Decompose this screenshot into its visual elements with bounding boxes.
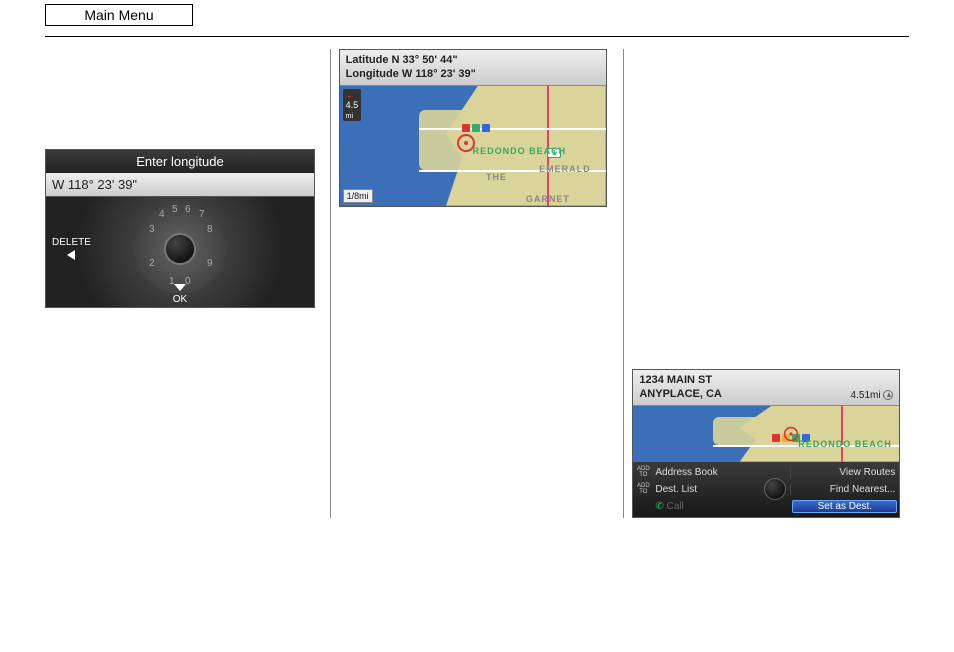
map-road-h1 xyxy=(419,128,605,130)
dial-4: 4 xyxy=(159,209,165,220)
address-line1: 1234 MAIN ST xyxy=(639,373,893,387)
place-label: REDONDO BEACH xyxy=(798,439,892,449)
ok-button[interactable]: OK xyxy=(46,283,314,305)
dial-area: DELETE 5 6 4 7 3 8 2 9 1 0 xyxy=(46,197,314,307)
dest-list-button[interactable]: Dest. List xyxy=(651,484,760,495)
map-road xyxy=(841,406,843,462)
set-as-dest-button[interactable]: Set as Dest. xyxy=(792,500,897,513)
compass-icon xyxy=(883,390,893,400)
distance-value: 4.5 xyxy=(346,100,359,110)
address-display: 1234 MAIN ST ANYPLACE, CA 4.51mi xyxy=(633,370,899,406)
road-label: GARNET xyxy=(526,194,570,204)
place-label: REDONDO BEACH xyxy=(473,146,567,156)
road-label: EMERALD xyxy=(539,164,591,174)
road-label: THE xyxy=(486,172,507,182)
poi-icon xyxy=(772,434,780,442)
view-routes-button[interactable]: View Routes xyxy=(790,467,899,478)
number-dial[interactable]: 5 6 4 7 3 8 2 9 1 0 xyxy=(135,204,225,294)
find-nearest-button[interactable]: Find Nearest... xyxy=(790,484,899,495)
dial-7: 7 xyxy=(199,209,205,220)
longitude-text: Longitude W 118° 23' 39" xyxy=(346,67,600,81)
distance-display: 4.51mi xyxy=(851,389,894,402)
distance-unit: mi xyxy=(346,113,353,120)
address-book-button[interactable]: Address Book xyxy=(651,467,760,478)
dial-8: 8 xyxy=(207,224,213,235)
map-scale-button[interactable]: 1/8mi xyxy=(343,189,373,203)
map-view[interactable]: 1 ← 4.5 mi 1/8mi REDONDO BEACH THE EMERA… xyxy=(340,86,606,206)
enter-longitude-screen: Enter longitude W 118° 23' 39" DELETE 5 … xyxy=(45,149,315,308)
dial-9: 9 xyxy=(207,258,213,269)
coordinate-map-screen: Latitude N 33° 50' 44" Longitude W 118° … xyxy=(339,49,607,207)
distance-badge: ← 4.5 mi xyxy=(343,89,362,121)
triangle-down-icon xyxy=(174,284,186,291)
add-to-label: ADD TO xyxy=(633,466,651,478)
coordinate-display: Latitude N 33° 50' 44" Longitude W 118° … xyxy=(340,50,606,86)
call-button: ✆ Call xyxy=(651,501,760,512)
add-to-label: ADD TO xyxy=(633,483,651,495)
dial-3: 3 xyxy=(149,224,155,235)
screen-title: Enter longitude xyxy=(46,150,314,173)
dial-2: 2 xyxy=(149,258,155,269)
longitude-value: W 118° 23' 39" xyxy=(46,173,314,197)
triangle-left-icon xyxy=(67,250,75,260)
latitude-text: Latitude N 33° 50' 44" xyxy=(346,53,600,67)
main-menu-button[interactable]: Main Menu xyxy=(45,4,193,26)
dial-6: 6 xyxy=(185,204,191,215)
delete-label: DELETE xyxy=(52,237,91,248)
poi-icons xyxy=(462,124,490,132)
poi-icon xyxy=(462,124,470,132)
delete-button[interactable]: DELETE xyxy=(52,237,91,263)
direction-arrow-icon: ← xyxy=(346,90,355,100)
poi-icon xyxy=(482,124,490,132)
rotary-knob[interactable] xyxy=(164,233,196,265)
ok-label: OK xyxy=(173,294,187,305)
dial-5: 5 xyxy=(172,204,178,215)
poi-icon xyxy=(472,124,480,132)
distance-text: 4.51mi xyxy=(851,390,881,401)
destination-menu: ADD TO Address Book ADD TO Dest. List ✆ … xyxy=(633,462,899,517)
destination-screen: 1234 MAIN ST ANYPLACE, CA 4.51mi xyxy=(632,369,900,518)
call-label: Call xyxy=(667,501,684,512)
phone-icon: ✆ xyxy=(655,501,663,512)
rotary-knob[interactable] xyxy=(764,478,786,500)
map-view-small[interactable]: REDONDO BEACH xyxy=(633,406,899,462)
